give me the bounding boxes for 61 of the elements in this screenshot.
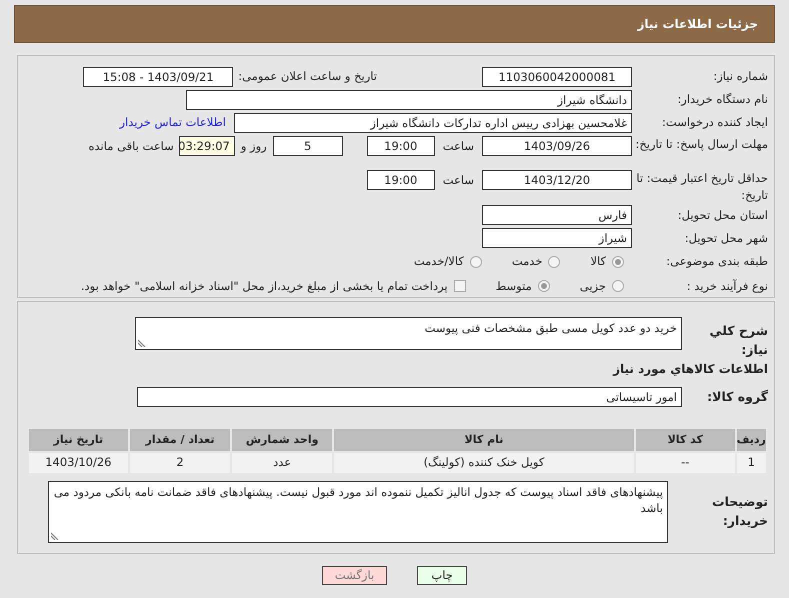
field-label: ایجاد کننده درخواست: (661, 114, 768, 132)
table-cell: -- (634, 452, 736, 474)
field-label: ساعت باقی مانده (88, 138, 174, 155)
text-field[interactable]: 5 (272, 136, 343, 156)
field-label: کالا (590, 253, 606, 270)
print-button[interactable]: چاپ (417, 566, 468, 585)
field-label: گروه کالا: (706, 388, 768, 406)
text-field[interactable]: شیراز (482, 228, 632, 248)
resize-grip-icon[interactable] (51, 532, 59, 540)
radio-button[interactable] (538, 280, 550, 292)
text-area[interactable]: پیشنهادهای فاقد اسناد پیوست که جدول انالیز تکمیل ننموده اند مورد قبول نیست. پیشنهادهای فاقد ضمانت نامه بانکی مردود می باشد (48, 481, 668, 543)
text-field[interactable]: دانشگاه شیراز (186, 90, 632, 110)
text-field[interactable]: 1403/12/20 (482, 170, 632, 190)
table-cell: 2 (128, 452, 232, 474)
column-header: تعداد / مقدار (128, 428, 232, 452)
field-label: پرداخت تمام یا بخشی از مبلغ خرید،از محل "اسناد خزانه اسلامی" خواهد بود. (80, 278, 448, 295)
field-label: شماره نیاز: (712, 68, 768, 86)
column-header: واحد شمارش (231, 428, 333, 452)
text-field[interactable]: 1103060042000081 (482, 67, 632, 87)
text-field[interactable]: غلامحسین بهزادی رییس اداره تدارکات دانشگاه شیراز (234, 113, 632, 133)
radio-button[interactable] (470, 256, 482, 268)
text-field[interactable]: 19:00 (366, 170, 435, 190)
header-bar: جزئیات اطلاعات نیاز (14, 5, 775, 43)
field-label: خدمت (512, 253, 542, 270)
field-label: استان محل تحویل: (676, 206, 768, 224)
text-field[interactable]: 1403/09/21 - 15:08 (83, 67, 234, 87)
radio-button[interactable] (612, 280, 624, 292)
field-label: تاریخ و ساعت اعلان عمومی: (238, 68, 377, 86)
field-label: طبقه بندی موضوعی: (665, 253, 768, 270)
text-field[interactable]: 1403/09/26 (482, 136, 632, 156)
table-cell: کویل خنک کننده (کولینگ) (332, 452, 635, 474)
field-label: نام دستگاه خریدار: (676, 91, 768, 108)
field-label: اطلاعات کالاهاي مورد نياز (613, 361, 768, 378)
field-label: توضیحات خریدار: (711, 493, 768, 530)
table-cell: عدد (231, 452, 333, 474)
radio-button[interactable] (612, 256, 624, 268)
column-header: ردیف (736, 428, 767, 452)
field-label: متوسط (496, 278, 532, 295)
table-cell: 1 (736, 452, 767, 474)
buyer-contact-link[interactable]: اطلاعات تماس خریدار (119, 114, 226, 132)
text-area[interactable]: خرید دو عدد کویل مسی طبق مشخصات فنی پیوست (135, 317, 682, 350)
text-field[interactable]: امور تاسیساتی (137, 387, 682, 407)
field-label: ساعت (442, 172, 474, 190)
resize-grip-icon[interactable] (138, 339, 146, 347)
checkbox[interactable] (454, 280, 466, 292)
field-label: ساعت (442, 138, 474, 155)
text-field[interactable]: فارس (482, 205, 632, 226)
field-label: حداقل تاریخ اعتبار قیمت: تا تاریخ: (635, 170, 768, 204)
field-label: مهلت ارسال پاسخ: تا تاریخ: (634, 136, 768, 153)
field-label: شهر محل تحویل: (684, 230, 768, 247)
text-field[interactable]: 19:00 (366, 136, 435, 156)
field-label: کالا/خدمت (414, 253, 464, 270)
field-label: جزیی (580, 278, 606, 295)
table-cell: 1403/10/26 (28, 452, 129, 474)
radio-button[interactable] (548, 256, 560, 268)
column-header: تاریخ نیاز (28, 428, 129, 452)
field-label: نوع فرآیند خرید : (686, 278, 768, 295)
field-label: شرح کلي نياز: (708, 322, 768, 359)
column-header: نام کالا (332, 428, 635, 452)
field-label: روز و (240, 138, 267, 155)
column-header: کد کالا (634, 428, 736, 452)
